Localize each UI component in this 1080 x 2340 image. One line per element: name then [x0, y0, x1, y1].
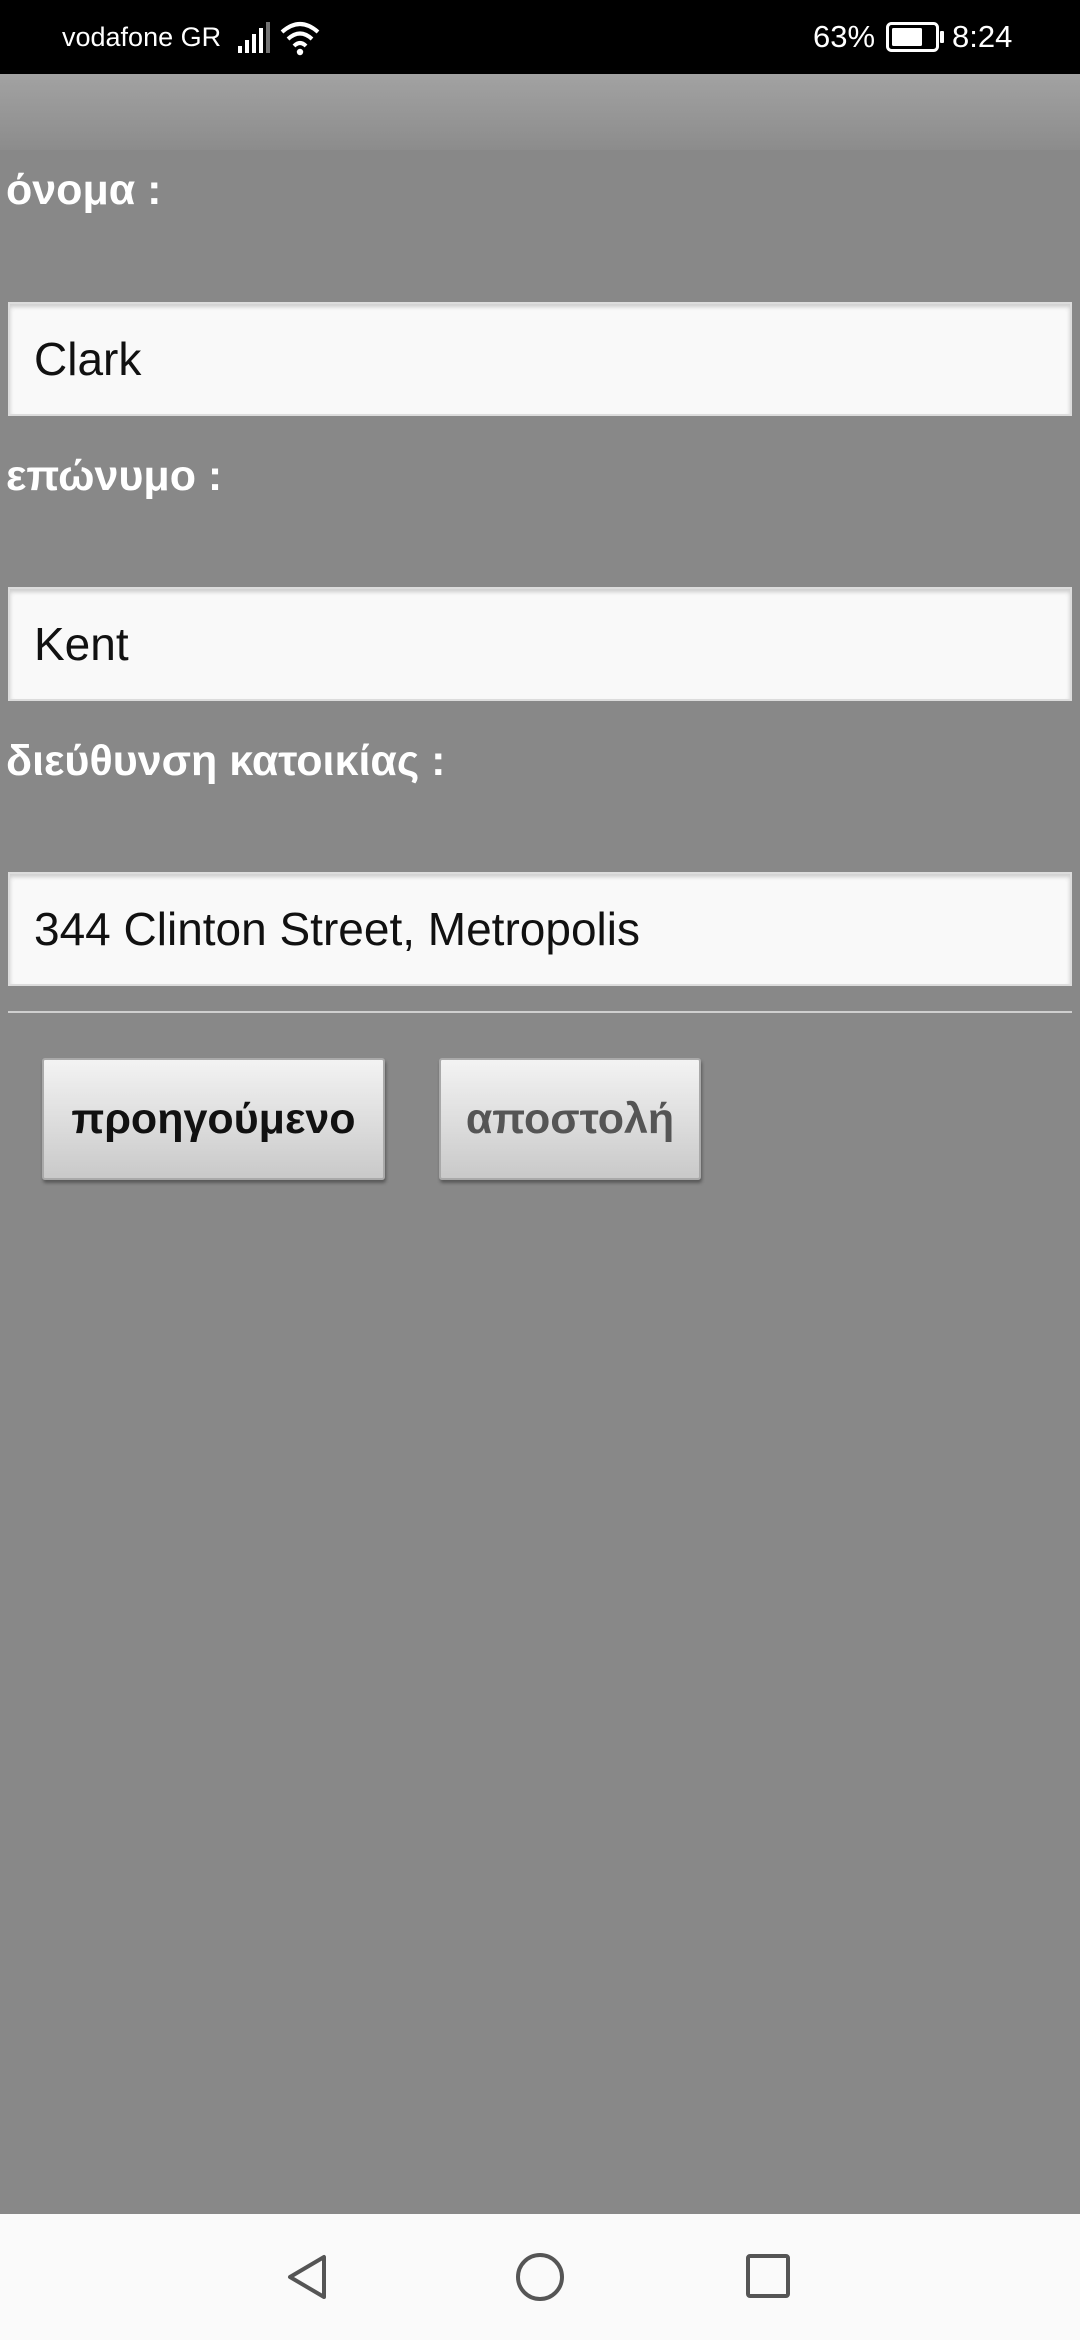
previous-button[interactable]: προηγούμενο — [42, 1058, 385, 1180]
battery-icon — [886, 22, 944, 52]
battery-percentage: 63% — [813, 19, 876, 54]
address-label: διεύθυνση κατοικίας : — [6, 737, 446, 785]
clock: 8:24 — [952, 19, 1013, 54]
navigation-bar — [0, 2214, 1080, 2340]
signal-icon — [238, 22, 270, 53]
divider — [8, 1011, 1072, 1013]
first-name-input[interactable] — [8, 302, 1072, 416]
send-button[interactable]: αποστολή — [439, 1058, 701, 1180]
wifi-icon — [280, 22, 320, 56]
last-name-label: επώνυμο : — [6, 452, 223, 500]
recent-apps-icon[interactable] — [731, 2239, 807, 2315]
last-name-input[interactable] — [8, 587, 1072, 701]
home-icon[interactable] — [502, 2239, 578, 2315]
address-input[interactable] — [8, 872, 1072, 986]
status-bar: vodafone GR 63% 8:24 — [0, 0, 1080, 74]
first-name-label: όνομα : — [6, 166, 162, 214]
back-icon[interactable] — [270, 2239, 346, 2315]
action-bar — [0, 74, 1080, 150]
carrier-name: vodafone GR — [62, 22, 222, 52]
